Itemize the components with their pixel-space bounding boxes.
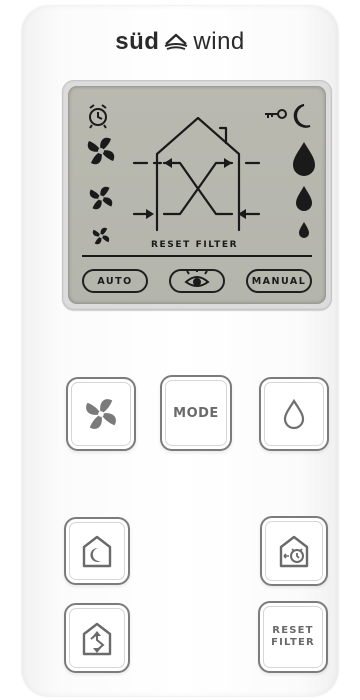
lcd-display: RESET FILTER AUTO MANUAL <box>68 86 326 304</box>
alarm-clock-icon <box>89 104 107 129</box>
drop-medium-icon <box>296 186 312 211</box>
key-icon <box>265 109 287 119</box>
reset-filter-button[interactable]: RESET FILTER <box>258 601 328 673</box>
brand-logo: süd wind <box>0 28 360 56</box>
fan-medium-icon <box>89 186 113 210</box>
fan-icon <box>86 399 116 429</box>
moon-icon <box>293 104 311 128</box>
reset-filter-line-2: FILTER <box>271 637 315 648</box>
eye-mode-indicator <box>169 269 225 293</box>
brand-wind-icon <box>165 33 188 50</box>
reset-filter-indicator: RESET FILTER <box>151 240 239 250</box>
ventilation-icon <box>82 622 112 656</box>
manual-mode-indicator: MANUAL <box>246 269 312 293</box>
night-mode-button[interactable] <box>64 517 130 585</box>
timer-icon <box>279 535 309 568</box>
brand-name-left: süd <box>115 28 160 55</box>
fan-low-icon <box>92 227 110 245</box>
timer-button[interactable] <box>260 516 328 586</box>
drop-large-icon <box>293 142 315 176</box>
fan-high-icon <box>87 137 115 165</box>
reset-filter-button-label: RESET FILTER <box>271 625 315 649</box>
auto-mode-label: AUTO <box>97 275 133 287</box>
drop-icon <box>283 398 305 430</box>
humidity-button[interactable] <box>259 377 329 451</box>
manual-mode-label: MANUAL <box>251 275 307 287</box>
reset-filter-line-1: RESET <box>272 625 314 636</box>
fan-speed-button[interactable] <box>66 377 136 451</box>
auto-mode-indicator: AUTO <box>82 269 148 293</box>
brand-name-right: wind <box>193 28 245 55</box>
ventilation-button[interactable] <box>64 603 130 673</box>
night-mode-icon <box>82 535 112 568</box>
mode-button-label: MODE <box>173 405 219 421</box>
airflow-arrows-icon <box>146 158 246 219</box>
drop-small-icon <box>299 222 309 238</box>
mode-button[interactable]: MODE <box>160 375 232 451</box>
